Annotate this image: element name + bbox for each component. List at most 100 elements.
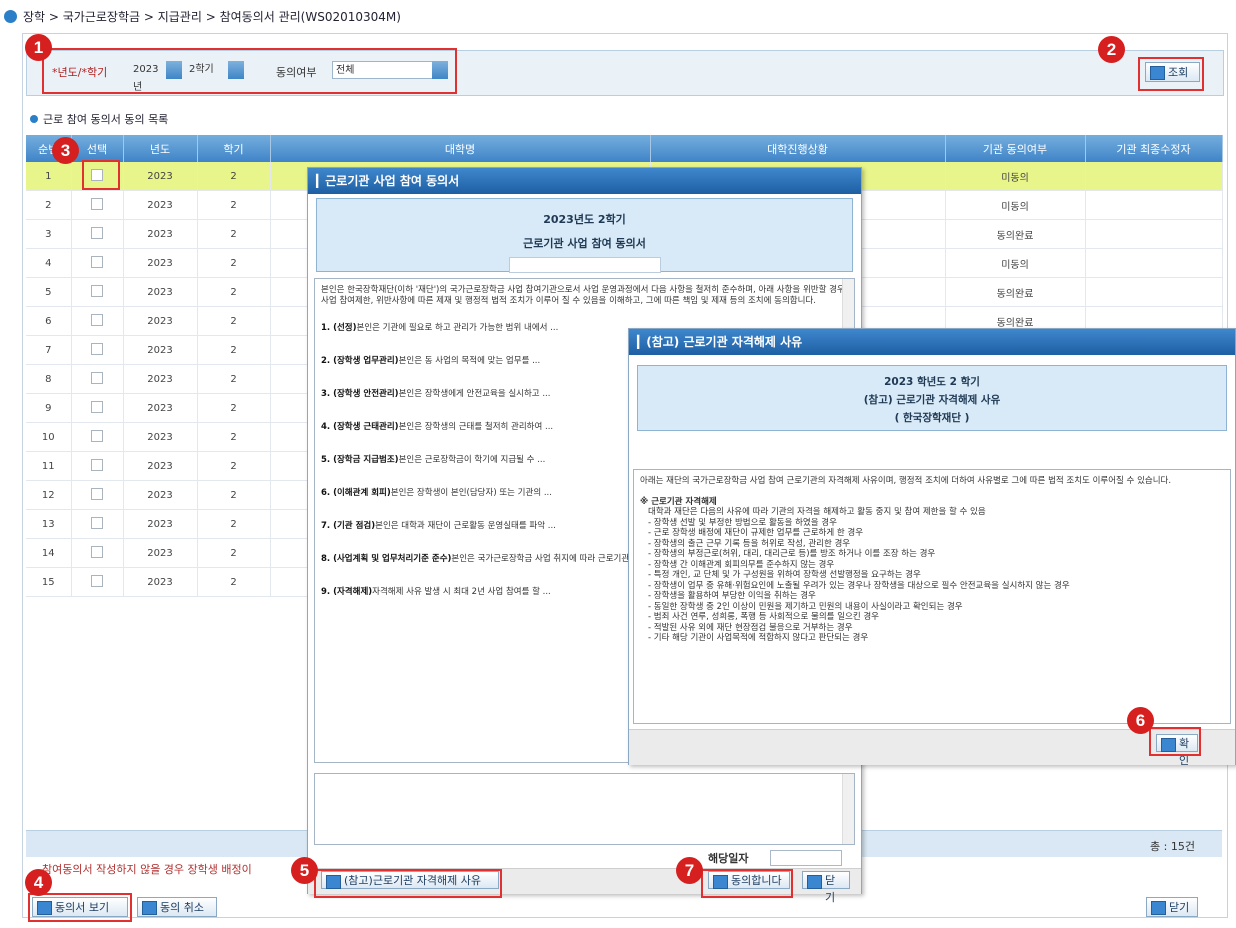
header-progress[interactable]: 대학진행상황 — [650, 135, 946, 162]
extra-scrollbar[interactable] — [842, 774, 854, 844]
row-no: 14 — [26, 538, 72, 568]
total-count: 총 : 15건 — [1150, 840, 1195, 853]
cancel-icon — [142, 901, 157, 915]
bullet-icon — [30, 115, 38, 123]
header-modifier[interactable]: 기관 최종수정자 — [1085, 135, 1223, 162]
marker-1: 1 — [25, 34, 52, 61]
select-checkbox[interactable] — [91, 371, 103, 384]
row-checkbox[interactable] — [71, 480, 124, 510]
row-no: 10 — [26, 422, 72, 452]
row-year: 2023 — [123, 567, 198, 597]
consent-item-text: 본인은 장학생이 본인(담당자) 또는 기관의 ... — [390, 488, 552, 498]
row-no: 9 — [26, 393, 72, 423]
row-checkbox[interactable] — [71, 219, 124, 249]
reasons-heading: (참고) 근로기관 자격해제 사유 — [863, 394, 1001, 406]
title-bar-icon: ▎ — [316, 174, 326, 188]
reasons-term: 2023 학년도 2 학기 — [884, 376, 980, 388]
cancel-consent-button[interactable]: 동의 취소 — [137, 897, 217, 917]
row-checkbox[interactable] — [71, 364, 124, 394]
row-year: 2023 — [123, 335, 198, 365]
select-checkbox[interactable] — [91, 487, 103, 500]
marker-3: 3 — [52, 137, 79, 164]
reason-item: - 장학생의 출근 근무 기록 등을 허위로 작성, 관리한 경우 — [648, 538, 851, 549]
reasons-dialog-title: ▎(참고) 근로기관 자격해제 사유 — [629, 329, 1235, 355]
row-no: 7 — [26, 335, 72, 365]
row-no: 8 — [26, 364, 72, 394]
close-label: 닫기 — [1169, 901, 1190, 914]
row-no: 1 — [26, 162, 72, 191]
reason-item: - 동일한 장학생 중 2인 이상이 민원을 제기하고 민원의 내용이 사실이라… — [648, 601, 963, 612]
row-checkbox[interactable] — [71, 538, 124, 568]
row-modifier — [1085, 277, 1223, 307]
consent-extra-area[interactable] — [314, 773, 855, 845]
row-checkbox[interactable] — [71, 509, 124, 539]
select-checkbox[interactable] — [91, 255, 103, 268]
date-field[interactable] — [770, 850, 842, 866]
select-checkbox[interactable] — [91, 197, 103, 210]
row-checkbox[interactable] — [71, 248, 124, 278]
row-year: 2023 — [123, 538, 198, 568]
row-no: 6 — [26, 306, 72, 336]
row-modifier — [1085, 190, 1223, 220]
consent-close-label: 닫기 — [825, 874, 836, 904]
row-term: 2 — [197, 480, 271, 510]
marker-7: 7 — [676, 857, 703, 884]
row-term: 2 — [197, 364, 271, 394]
row-checkbox[interactable] — [71, 306, 124, 336]
consent-name-field — [508, 257, 661, 273]
row-checkbox[interactable] — [71, 277, 124, 307]
select-checkbox[interactable] — [91, 458, 103, 471]
select-checkbox[interactable] — [91, 342, 103, 355]
row-year: 2023 — [123, 277, 198, 307]
row-no: 15 — [26, 567, 72, 597]
consent-item-heading: 5. (장학금 지급범조) — [321, 455, 399, 465]
row-checkbox[interactable] — [71, 567, 124, 597]
row-term: 2 — [197, 567, 271, 597]
header-term[interactable]: 학기 — [197, 135, 271, 162]
consent-item-heading: 7. (기관 점검) — [321, 521, 376, 531]
reason-item: - 장학생 선발 및 부정한 방법으로 활동을 하였을 경우 — [648, 517, 837, 528]
close-icon — [1151, 901, 1166, 915]
row-agree-status: 미동의 — [945, 248, 1086, 278]
highlight-box-2 — [1138, 57, 1204, 91]
select-checkbox[interactable] — [91, 516, 103, 529]
consent-close-button[interactable]: 닫기 — [802, 871, 850, 904]
reason-item: - 적발된 사유 외에 재단 현장점검 불응으로 거부하는 경우 — [648, 622, 853, 633]
header-university[interactable]: 대학명 — [270, 135, 651, 162]
row-checkbox[interactable] — [71, 422, 124, 452]
reason-item: - 장학생 간 이해관계 회피의무를 준수하지 않는 경우 — [648, 559, 835, 570]
consent-item-heading: 9. (자격해제) — [321, 587, 373, 597]
reasons-head-box: 2023 학년도 2 학기 (참고) 근로기관 자격해제 사유 ( 한국장학재단… — [637, 365, 1227, 431]
select-checkbox[interactable] — [91, 400, 103, 413]
row-checkbox[interactable] — [71, 190, 124, 220]
row-term: 2 — [197, 509, 271, 539]
row-checkbox[interactable] — [71, 335, 124, 365]
marker-6: 6 — [1127, 707, 1154, 734]
row-term: 2 — [197, 219, 271, 249]
row-year: 2023 — [123, 219, 198, 249]
row-term: 2 — [197, 538, 271, 568]
consent-item-text: 본인은 장학생에게 안전교육을 실시하고 ... — [398, 389, 551, 399]
header-year[interactable]: 년도 — [123, 135, 198, 162]
header-agree[interactable]: 기관 동의여부 — [945, 135, 1086, 162]
row-agree-status: 동의완료 — [945, 219, 1086, 249]
select-checkbox[interactable] — [91, 226, 103, 239]
reasons-text-area[interactable]: 아래는 재단의 국가근로장학금 사업 참여 근로기관의 자격해제 사유이며, 행… — [633, 469, 1231, 724]
row-no: 5 — [26, 277, 72, 307]
consent-dialog-title: ▎근로기관 사업 참여 동의서 — [308, 168, 861, 194]
row-checkbox[interactable] — [71, 451, 124, 481]
marker-5: 5 — [291, 857, 318, 884]
row-term: 2 — [197, 190, 271, 220]
select-checkbox[interactable] — [91, 313, 103, 326]
row-checkbox[interactable] — [71, 393, 124, 423]
row-term: 2 — [197, 451, 271, 481]
select-checkbox[interactable] — [91, 429, 103, 442]
select-checkbox[interactable] — [91, 574, 103, 587]
consent-item-heading: 3. (장학생 안전관리) — [321, 389, 399, 399]
close-button[interactable]: 닫기 — [1146, 897, 1198, 917]
row-agree-status: 미동의 — [945, 190, 1086, 220]
select-checkbox[interactable] — [91, 545, 103, 558]
consent-item-text: 본인은 장학생의 근태를 철저히 관리하여 ... — [398, 422, 554, 432]
select-checkbox[interactable] — [91, 284, 103, 297]
reason-item: - 범죄 사건 연루, 성희롱, 폭행 등 사회적으로 물의를 일으킨 경우 — [648, 612, 879, 622]
